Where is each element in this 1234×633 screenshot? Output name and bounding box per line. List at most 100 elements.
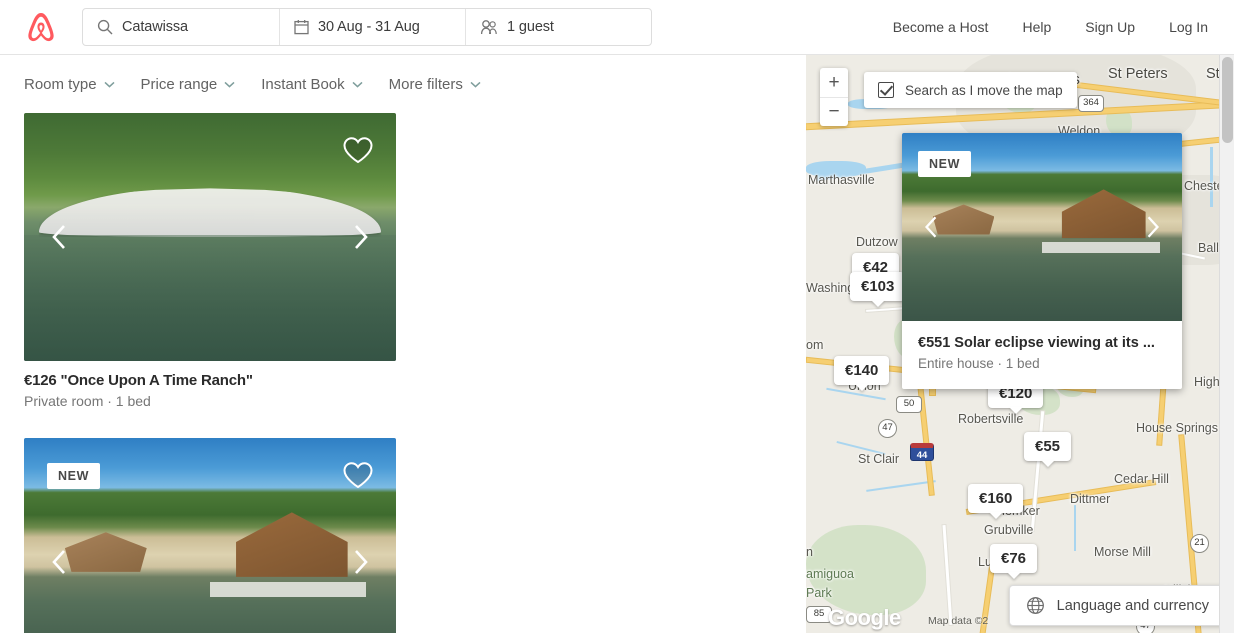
search-guests-value: 1 guest: [507, 19, 554, 35]
language-and-currency-button[interactable]: Language and currency: [1008, 585, 1226, 626]
map-place-label: n: [806, 545, 813, 559]
search-bar: Catawissa 30 Aug - 31 Aug 1 guest: [82, 8, 652, 46]
map-route-shield: 44: [910, 443, 934, 461]
map-place-label: Marthasville: [808, 173, 875, 187]
map-price-pin[interactable]: €140: [834, 356, 890, 385]
listing-photo[interactable]: [24, 113, 396, 361]
search-dates-field[interactable]: 30 Aug - 31 Aug: [279, 9, 465, 45]
photo-bridge-over-pond: [24, 113, 396, 361]
nav-help[interactable]: Help: [1022, 19, 1051, 35]
site-header: Catawissa 30 Aug - 31 Aug 1 guest Become…: [0, 0, 1234, 55]
heart-icon[interactable]: [342, 460, 374, 490]
photo-deck-shape: [210, 581, 367, 597]
search-as-i-move-label: Search as I move the map: [905, 82, 1063, 98]
photo-next-button[interactable]: [344, 545, 378, 579]
nav-log-in[interactable]: Log In: [1169, 19, 1208, 35]
google-watermark: Google: [828, 605, 901, 630]
guests-icon: [480, 19, 498, 35]
chevron-right-icon: [355, 225, 368, 249]
filter-more-filters-label: More filters: [388, 75, 463, 93]
map-place-label: St: [1206, 66, 1220, 82]
map-place-label: Park: [806, 586, 832, 600]
filter-bar: Room type Price range Instant Book More …: [0, 55, 806, 113]
globe-icon: [1026, 597, 1044, 614]
heart-icon[interactable]: [342, 135, 374, 165]
listing-subtitle: Private room · 1 bed: [24, 393, 151, 409]
map-place-label: St Peters: [1108, 66, 1168, 82]
new-badge: NEW: [918, 151, 971, 177]
map-route-shield: 50: [896, 396, 922, 413]
chevron-left-icon: [52, 550, 65, 574]
map-place-label: House Springs: [1136, 421, 1218, 435]
photo-prev-button[interactable]: [914, 210, 948, 244]
filter-more-filters[interactable]: More filters: [389, 76, 481, 93]
map-place-label: om: [806, 338, 824, 352]
chevron-right-icon: [1147, 216, 1160, 238]
map-route-shield: 21: [1190, 534, 1209, 553]
airbnb-belo-logo: [28, 12, 54, 42]
header-nav: Become a Host Help Sign Up Log In: [893, 19, 1234, 35]
map-place-label: Robertsville: [958, 412, 1024, 426]
listing-card[interactable]: NEW €551 Solar eclipse viewing at its be…: [24, 438, 396, 633]
chevron-left-icon: [52, 225, 65, 249]
listing-card[interactable]: €126 "Once Upon A Time Ranch" Private ro…: [24, 113, 396, 409]
map-place-label: Dutzow: [856, 235, 898, 249]
photo-cabin-shape: [1061, 189, 1146, 239]
photo-prev-button[interactable]: [42, 545, 76, 579]
filter-price-range-label: Price range: [140, 75, 218, 93]
filter-price-range[interactable]: Price range: [141, 76, 236, 93]
search-icon: [97, 19, 113, 35]
new-badge: NEW: [47, 463, 100, 489]
map-place-label: Grubville: [984, 523, 1034, 537]
search-guests-field[interactable]: 1 guest: [465, 9, 651, 45]
airbnb-search-page: Catawissa 30 Aug - 31 Aug 1 guest Become…: [0, 0, 1234, 633]
photo-cabin-shape: [236, 512, 348, 577]
search-location-field[interactable]: Catawissa: [83, 9, 279, 45]
map-info-card-photo[interactable]: NEW: [902, 133, 1182, 321]
chevron-down-icon: [352, 81, 363, 88]
page-scrollbar-thumb[interactable]: [1222, 57, 1233, 143]
language-and-currency-label: Language and currency: [1056, 597, 1209, 614]
map-price-pin[interactable]: €160: [968, 484, 1024, 513]
map-price-pin[interactable]: €103: [850, 272, 906, 301]
photo-gazebo-shape: [64, 532, 147, 572]
listing-title[interactable]: €126 "Once Upon A Time Ranch": [24, 372, 396, 389]
map-zoom-controls: + −: [820, 68, 848, 126]
map-zoom-out-button[interactable]: −: [820, 97, 848, 126]
map-zoom-in-button[interactable]: +: [820, 68, 848, 97]
nav-become-a-host[interactable]: Become a Host: [893, 19, 989, 35]
map-place-label: Cedar Hill: [1114, 472, 1169, 486]
listing-photo[interactable]: NEW: [24, 438, 396, 633]
map-price-pin[interactable]: €76: [990, 544, 1038, 573]
photo-prev-button[interactable]: [42, 220, 76, 254]
search-location-value: Catawissa: [122, 19, 188, 35]
map-price-pin[interactable]: €55: [1024, 432, 1072, 461]
map-attribution-text: Map data ©2: [928, 615, 989, 627]
chevron-down-icon: [224, 81, 235, 88]
nav-sign-up[interactable]: Sign Up: [1085, 19, 1135, 35]
filter-instant-book-label: Instant Book: [261, 75, 345, 93]
map-info-card[interactable]: NEW €551 Solar eclipse viewing at its ..…: [902, 133, 1182, 389]
filter-room-type-label: Room type: [24, 75, 97, 93]
photo-next-button[interactable]: [344, 220, 378, 254]
map-stream: [1074, 505, 1076, 551]
search-as-i-move-checkbox[interactable]: [878, 82, 894, 98]
search-dates-value: 30 Aug - 31 Aug: [318, 19, 420, 35]
search-as-i-move-toggle[interactable]: Search as I move the map: [864, 72, 1077, 108]
page-scrollbar[interactable]: [1219, 55, 1234, 633]
map-place-label: Dittmer: [1070, 492, 1111, 506]
filter-room-type[interactable]: Room type: [24, 76, 115, 93]
map-river: [1210, 147, 1213, 207]
chevron-left-icon: [924, 216, 937, 238]
map-info-card-body: €551 Solar eclipse viewing at its ... En…: [902, 321, 1182, 389]
chevron-down-icon: [470, 81, 481, 88]
calendar-icon: [294, 19, 309, 35]
filter-instant-book[interactable]: Instant Book: [261, 75, 363, 93]
chevron-right-icon: [355, 550, 368, 574]
map-place-label: amiguoa: [806, 567, 854, 581]
photo-next-button[interactable]: [1136, 210, 1170, 244]
map-info-card-title[interactable]: €551 Solar eclipse viewing at its ...: [918, 335, 1166, 351]
map-panel[interactable]: Lake St LouisSt PetersStWeldonChesterfie…: [806, 55, 1234, 633]
map-route-shield: 47: [878, 419, 897, 438]
logo-container[interactable]: [0, 11, 82, 43]
